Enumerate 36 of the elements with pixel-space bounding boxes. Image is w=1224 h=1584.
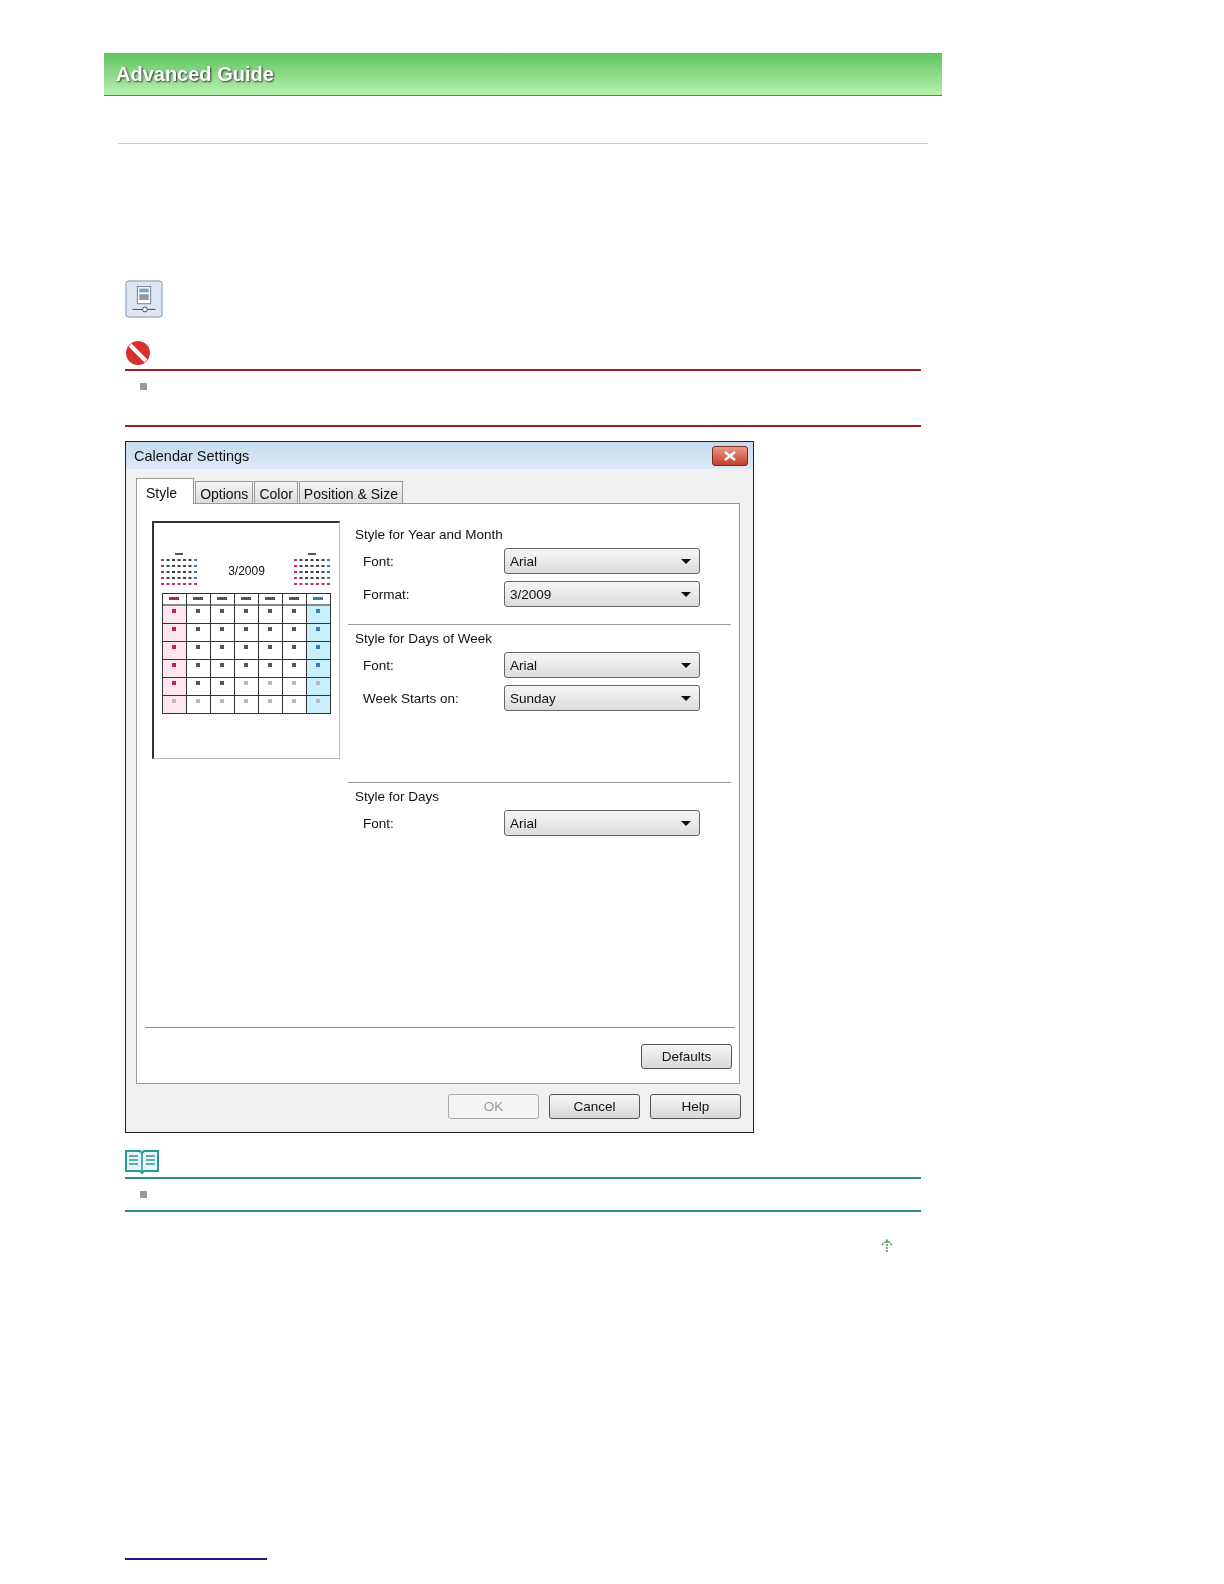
tab[interactable]: Color: [254, 481, 298, 503]
prohibition-icon: [125, 340, 151, 366]
caret-icon: [681, 558, 691, 564]
field-label: Week Starts on:: [363, 690, 460, 706]
bullet-icon: [140, 383, 147, 390]
up-arrow-icon[interactable]: [881, 1239, 893, 1253]
dropdown[interactable]: Arial: [504, 652, 700, 678]
caret-icon: [681, 591, 691, 597]
caret-icon: [681, 695, 691, 701]
caret-icon: [681, 662, 691, 668]
close-icon: [724, 450, 736, 461]
group-title: Style for Days: [355, 789, 441, 804]
bullet-icon: [140, 1191, 147, 1198]
dropdown[interactable]: Sunday: [504, 685, 700, 711]
dialog-button[interactable]: Help: [650, 1094, 741, 1119]
group-title: Style for Days of Week: [355, 631, 494, 646]
preview-month: 3/2009: [228, 564, 265, 578]
field-label: Font:: [363, 657, 395, 673]
book-icon: [125, 1149, 159, 1174]
field-label: Font:: [363, 553, 395, 569]
tab[interactable]: Position & Size: [298, 481, 403, 503]
dialog-button[interactable]: Cancel: [549, 1094, 640, 1119]
dropdown[interactable]: Arial: [504, 548, 700, 574]
field-label: Format:: [363, 586, 411, 602]
dropdown[interactable]: 3/2009: [504, 581, 700, 607]
dialog-title: Calendar Settings: [134, 447, 250, 464]
field-label: Font:: [363, 815, 395, 831]
defaults-button[interactable]: Defaults: [641, 1044, 732, 1069]
close-button[interactable]: [712, 445, 748, 466]
caret-icon: [681, 820, 691, 826]
dropdown[interactable]: Arial: [504, 810, 700, 836]
group-title: Style for Year and Month: [355, 527, 504, 542]
tab[interactable]: Options: [195, 481, 254, 503]
calendar-settings-icon[interactable]: [125, 280, 163, 318]
header-title: Advanced Guide: [116, 62, 274, 86]
tab[interactable]: Style: [136, 478, 195, 504]
